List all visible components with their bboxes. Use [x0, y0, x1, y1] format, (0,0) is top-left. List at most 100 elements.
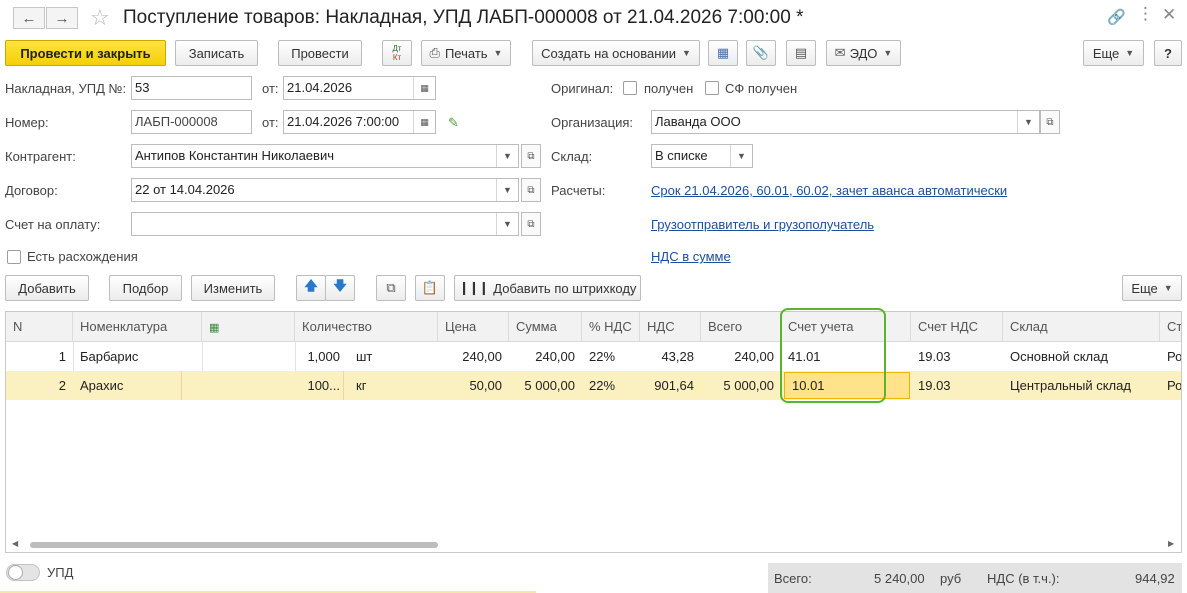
cell-extra[interactable]: Ро: [1160, 371, 1181, 400]
open-contractor-button[interactable]: ⧉: [521, 144, 541, 168]
favorite-star-icon[interactable]: ☆: [90, 5, 110, 31]
cell-warehouse[interactable]: Центральный склад: [1003, 371, 1160, 400]
more-button[interactable]: Еще ▼: [1083, 40, 1144, 66]
cell-total[interactable]: 5 000,00: [701, 371, 781, 400]
cell-extra[interactable]: Ро: [1160, 342, 1181, 371]
col-header-qty[interactable]: Количество: [295, 312, 438, 342]
col-header-warehouse[interactable]: Склад: [1003, 312, 1160, 342]
cell-unit[interactable]: шт: [349, 342, 429, 371]
contract-field[interactable]: 22 от 14.04.2026 ▼: [131, 178, 519, 202]
link-icon[interactable]: 🔗: [1107, 8, 1126, 26]
close-icon[interactable]: ✕: [1162, 5, 1176, 25]
printer-icon: ⎙: [429, 45, 440, 60]
structure-button[interactable]: ▦: [708, 40, 738, 66]
col-header-char[interactable]: ▦: [202, 312, 295, 342]
cell-warehouse[interactable]: Основной склад: [1003, 342, 1160, 371]
post-and-close-button[interactable]: Провести и закрыть: [5, 40, 166, 66]
attach-button[interactable]: 📎: [746, 40, 776, 66]
chevron-down-icon[interactable]: ▼: [1017, 111, 1039, 133]
cell-vat[interactable]: 43,28: [640, 342, 701, 371]
chevron-down-icon[interactable]: ▼: [496, 179, 518, 201]
chevron-down-icon[interactable]: ▼: [496, 213, 518, 235]
chevron-down-icon[interactable]: ▼: [496, 145, 518, 167]
col-header-vat-rate[interactable]: % НДС: [582, 312, 640, 342]
cell-sum[interactable]: 5 000,00: [509, 371, 582, 400]
cell-qty[interactable]: 1,000: [295, 342, 347, 371]
vat-in-amount-link[interactable]: НДС в сумме: [651, 249, 731, 264]
goods-table[interactable]: N Номенклатура ▦ Количество Цена Сумма %…: [5, 311, 1182, 553]
col-header-n[interactable]: N: [6, 312, 73, 342]
col-header-price[interactable]: Цена: [438, 312, 509, 342]
change-button[interactable]: Изменить: [191, 275, 275, 301]
number-date-field[interactable]: 21.04.2026 7:00:00 ▦: [283, 110, 436, 134]
sf-received-checkbox[interactable]: [705, 81, 719, 95]
chevron-down-icon[interactable]: ▼: [730, 145, 752, 167]
add-by-barcode-button[interactable]: ❙❙❙ Добавить по штрихкоду: [454, 275, 641, 301]
arrow-up-icon: 🡅: [304, 278, 318, 293]
pick-button[interactable]: Подбор: [109, 275, 182, 301]
help-button[interactable]: ?: [1154, 40, 1182, 66]
chevron-down-icon: ▼: [1125, 48, 1135, 58]
open-bill-button[interactable]: ⧉: [521, 212, 541, 236]
report-button[interactable]: ▤: [786, 40, 816, 66]
move-down-button[interactable]: 🡇: [325, 275, 355, 301]
calendar-icon[interactable]: ▦: [413, 77, 435, 99]
shipper-consignee-link[interactable]: Грузоотправитель и грузополучатель: [651, 217, 874, 232]
warehouse-field[interactable]: В списке ▼: [651, 144, 753, 168]
scroll-right-icon[interactable]: ▶: [1168, 539, 1174, 548]
cell-qty[interactable]: 100...: [295, 371, 347, 400]
col-header-vat-account[interactable]: Счет НДС: [911, 312, 1003, 342]
copy-row-button[interactable]: ⧉: [376, 275, 406, 301]
cell-unit[interactable]: кг: [349, 371, 429, 400]
edo-button[interactable]: ✉ ЭДО ▼: [826, 40, 901, 66]
cell-sum[interactable]: 240,00: [509, 342, 582, 371]
contractor-field[interactable]: Антипов Константин Николаевич ▼: [131, 144, 519, 168]
upd-toggle[interactable]: [6, 564, 40, 581]
cell-vat-account[interactable]: 19.03: [911, 371, 1003, 400]
add-row-button[interactable]: Добавить: [5, 275, 89, 301]
col-header-sum[interactable]: Сумма: [509, 312, 582, 342]
cell-price[interactable]: 50,00: [438, 371, 509, 400]
open-contract-button[interactable]: ⧉: [521, 178, 541, 202]
cell-vat-rate[interactable]: 22%: [582, 342, 640, 371]
cell-price[interactable]: 240,00: [438, 342, 509, 371]
scroll-left-icon[interactable]: ◀: [12, 539, 18, 548]
calendar-icon[interactable]: ▦: [413, 111, 435, 133]
cell-vat-account[interactable]: 19.03: [911, 342, 1003, 371]
open-organization-button[interactable]: ⧉: [1040, 110, 1060, 134]
totals-bar: Всего: 5 240,00 руб НДС (в т.ч.): 944,92: [768, 563, 1182, 593]
original-received-checkbox[interactable]: [623, 81, 637, 95]
col-header-item[interactable]: Номенклатура: [73, 312, 202, 342]
back-button[interactable]: ←: [13, 7, 45, 29]
edit-status-icon[interactable]: ✎: [448, 115, 459, 131]
invoice-date-field[interactable]: 21.04.2026 ▦: [283, 76, 436, 100]
paste-button[interactable]: 📋: [415, 275, 445, 301]
move-up-button[interactable]: 🡅: [296, 275, 326, 301]
menu-dots-icon[interactable]: ⋮: [1137, 4, 1154, 24]
table-row[interactable]: 1 Барбарис 1,000 шт 240,00 240,00 22% 43…: [6, 342, 1181, 371]
post-button[interactable]: Провести: [278, 40, 362, 66]
create-based-on-button[interactable]: Создать на основании ▼: [532, 40, 700, 66]
cell-total[interactable]: 240,00: [701, 342, 781, 371]
print-button[interactable]: ⎙ Печать ▼: [421, 40, 511, 66]
col-header-extra[interactable]: Ст: [1160, 312, 1181, 342]
bill-field[interactable]: ▼: [131, 212, 519, 236]
col-header-total[interactable]: Всего: [701, 312, 781, 342]
forward-button[interactable]: →: [46, 7, 78, 29]
cell-vat-rate[interactable]: 22%: [582, 371, 640, 400]
cell-vat[interactable]: 901,64: [640, 371, 701, 400]
dtkt-button[interactable]: Дт Кт: [382, 40, 412, 66]
col-header-vat[interactable]: НДС: [640, 312, 701, 342]
discrepancy-checkbox[interactable]: [7, 250, 21, 264]
table-more-button[interactable]: Еще ▼: [1122, 275, 1182, 301]
save-button[interactable]: Записать: [175, 40, 258, 66]
organization-field[interactable]: Лаванда ООО ▼: [651, 110, 1040, 134]
organization-label: Организация:: [551, 115, 634, 130]
scrollbar-thumb[interactable]: [30, 542, 438, 548]
cell-item[interactable]: Барбарис: [73, 342, 202, 371]
payments-link[interactable]: Срок 21.04.2026, 60.01, 60.02, зачет ава…: [651, 183, 1007, 198]
table-row-selected[interactable]: 2 Арахис 100... кг 50,00 5 000,00 22% 90…: [6, 371, 1181, 400]
number-field[interactable]: ЛАБП-000008: [131, 110, 252, 134]
cell-item[interactable]: Арахис: [73, 371, 178, 400]
invoice-number-field[interactable]: 53: [131, 76, 252, 100]
